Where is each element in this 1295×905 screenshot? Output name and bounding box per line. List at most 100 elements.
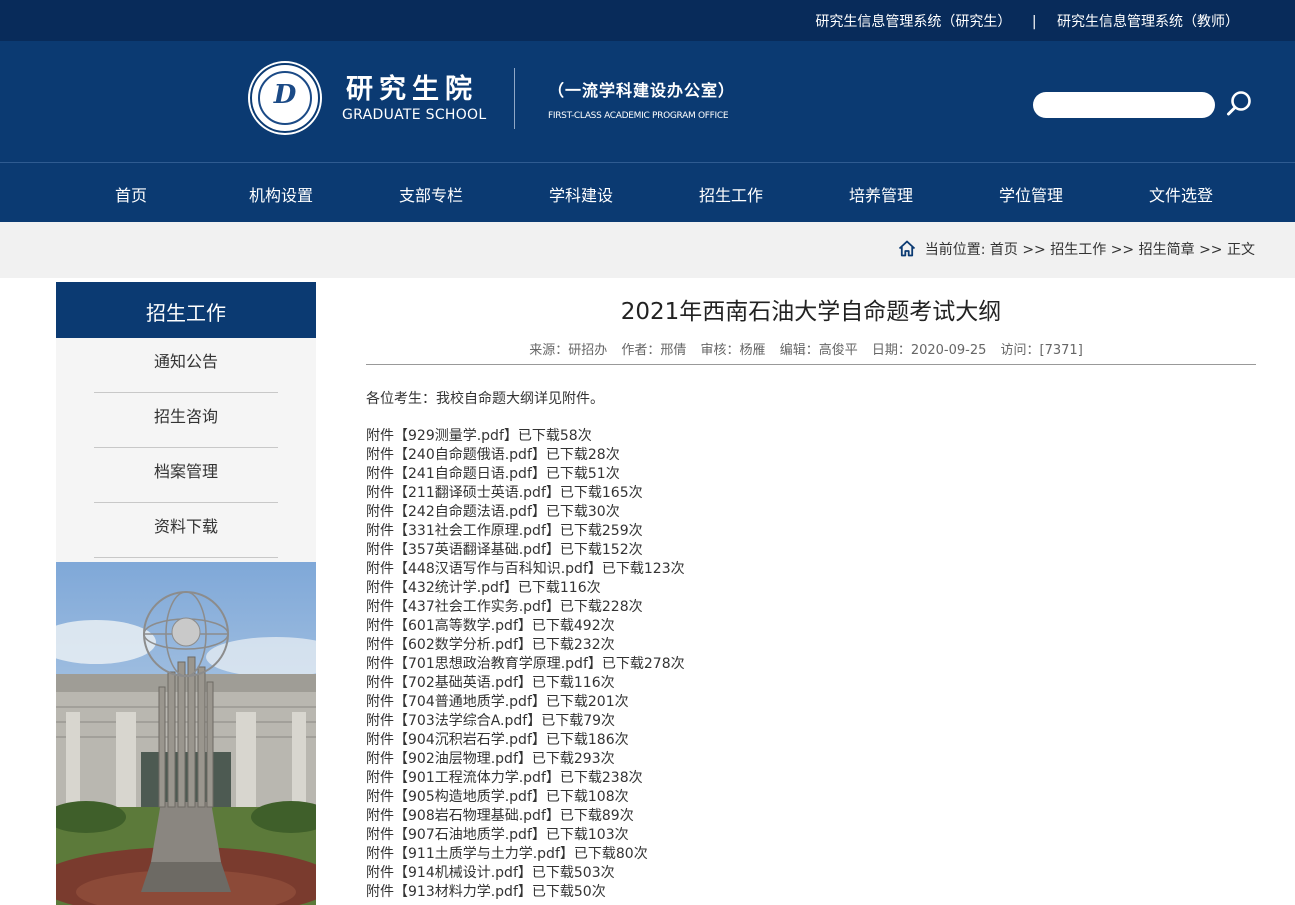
campus-sculpture-photo (56, 562, 316, 905)
download-count: 已下载28次 (545, 447, 620, 463)
download-count: 已下载50次 (531, 884, 606, 900)
attachment-item: 附件【437社会工作实务.pdf】已下载228次 (366, 598, 685, 617)
attachment-item: 附件【702基础英语.pdf】已下载116次 (366, 674, 685, 693)
download-count: 已下载89次 (559, 808, 634, 824)
attachment-link[interactable]: 附件【702基础英语.pdf】 (366, 675, 532, 691)
office-title-cn: （一流学科建设办公室） (548, 81, 736, 100)
nav-item-organization[interactable]: 机构设置 (249, 182, 313, 206)
nav-item-admissions[interactable]: 招生工作 (699, 182, 763, 206)
download-count: 已下载165次 (559, 485, 643, 501)
breadcrumb-brochure[interactable]: 招生简章 (1139, 242, 1195, 258)
sidebar-item-consult[interactable]: 招生咨询 (94, 393, 278, 448)
attachment-link[interactable]: 附件【448汉语写作与百科知识.pdf】 (366, 561, 602, 577)
breadcrumb-home[interactable]: 首页 (990, 242, 1018, 258)
attachment-link[interactable]: 附件【241自命题日语.pdf】 (366, 466, 546, 482)
nav-item-discipline[interactable]: 学科建设 (549, 182, 613, 206)
attachment-link[interactable]: 附件【432统计学.pdf】 (366, 580, 518, 596)
attachment-item: 附件【901工程流体力学.pdf】已下载238次 (366, 769, 685, 788)
download-count: 已下载58次 (517, 428, 592, 444)
attachment-link[interactable]: 附件【911土质学与土力学.pdf】 (366, 846, 574, 862)
brand-title-en: GRADUATE SCHOOL (342, 107, 487, 123)
attachment-item: 附件【929测量学.pdf】已下载58次 (366, 427, 685, 446)
meta-visits: 访问：[7371] (1000, 343, 1083, 358)
attachment-link[interactable]: 附件【357英语翻译基础.pdf】 (366, 542, 560, 558)
attachment-link[interactable]: 附件【437社会工作实务.pdf】 (366, 599, 560, 615)
attachment-link[interactable]: 附件【701思想政治教育学原理.pdf】 (366, 656, 602, 672)
meta-reviewer: 审核：杨雁 (700, 343, 766, 358)
meta-author: 作者：邢倩 (621, 343, 687, 358)
attachment-item: 附件【448汉语写作与百科知识.pdf】已下载123次 (366, 560, 685, 579)
sidebar-item-notices[interactable]: 通知公告 (94, 338, 278, 393)
attachment-link[interactable]: 附件【914机械设计.pdf】 (366, 865, 532, 881)
attachment-item: 附件【242自命题法语.pdf】已下载30次 (366, 503, 685, 522)
university-logo[interactable]: D (250, 63, 320, 133)
breadcrumb-current[interactable]: 正文 (1227, 242, 1255, 258)
link-separator: | (1031, 14, 1037, 30)
student-system-link[interactable]: 研究生信息管理系统（研究生） (815, 14, 1011, 30)
download-count: 已下载30次 (545, 504, 620, 520)
nav-item-documents[interactable]: 文件选登 (1149, 182, 1213, 206)
attachment-item: 附件【432统计学.pdf】已下载116次 (366, 579, 685, 598)
logo-glyph: D (273, 80, 297, 110)
attachment-item: 附件【905构造地质学.pdf】已下载108次 (366, 788, 685, 807)
attachment-link[interactable]: 附件【913材料力学.pdf】 (366, 884, 532, 900)
brand-divider (514, 68, 515, 129)
attachment-item: 附件【703法学综合A.pdf】已下载79次 (366, 712, 685, 731)
attachment-link[interactable]: 附件【704普通地质学.pdf】 (366, 694, 546, 710)
attachment-link[interactable]: 附件【602数学分析.pdf】 (366, 637, 532, 653)
download-count: 已下载186次 (545, 732, 629, 748)
attachment-link[interactable]: 附件【901工程流体力学.pdf】 (366, 770, 560, 786)
article-divider (366, 364, 1256, 365)
nav-item-degree[interactable]: 学位管理 (999, 182, 1063, 206)
attachment-item: 附件【241自命题日语.pdf】已下载51次 (366, 465, 685, 484)
nav-item-party-branch[interactable]: 支部专栏 (399, 182, 463, 206)
download-count: 已下载123次 (601, 561, 685, 577)
home-icon (898, 240, 916, 261)
main-nav: 首页 机构设置 支部专栏 学科建设 招生工作 培养管理 学位管理 文件选登 (0, 162, 1295, 222)
download-count: 已下载51次 (545, 466, 620, 482)
attachment-item: 附件【904沉积岩石学.pdf】已下载186次 (366, 731, 685, 750)
sidebar-item-downloads[interactable]: 资料下载 (94, 503, 278, 558)
sidebar-item-records[interactable]: 档案管理 (94, 448, 278, 503)
top-bar: 研究生信息管理系统（研究生） | 研究生信息管理系统（教师） (0, 0, 1295, 41)
attachment-item: 附件【211翻译硕士英语.pdf】已下载165次 (366, 484, 685, 503)
nav-item-home[interactable]: 首页 (115, 182, 147, 206)
attachment-link[interactable]: 附件【908岩石物理基础.pdf】 (366, 808, 560, 824)
attachment-link[interactable]: 附件【240自命题俄语.pdf】 (366, 447, 546, 463)
download-count: 已下载80次 (573, 846, 648, 862)
attachment-link[interactable]: 附件【703法学综合A.pdf】 (366, 713, 541, 729)
attachment-link[interactable]: 附件【929测量学.pdf】 (366, 428, 518, 444)
breadcrumb: 当前位置: 首页 >> 招生工作 >> 招生简章 >> 正文 (898, 239, 1255, 261)
search-input[interactable] (1033, 92, 1215, 118)
attachment-link[interactable]: 附件【907石油地质学.pdf】 (366, 827, 546, 843)
attachment-item: 附件【240自命题俄语.pdf】已下载28次 (366, 446, 685, 465)
download-count: 已下载116次 (517, 580, 601, 596)
attachment-link[interactable]: 附件【904沉积岩石学.pdf】 (366, 732, 546, 748)
attachment-item: 附件【704普通地质学.pdf】已下载201次 (366, 693, 685, 712)
download-count: 已下载293次 (531, 751, 615, 767)
attachment-item: 附件【907石油地质学.pdf】已下载103次 (366, 826, 685, 845)
attachment-link[interactable]: 附件【601高等数学.pdf】 (366, 618, 532, 634)
download-count: 已下载503次 (531, 865, 615, 881)
attachment-link[interactable]: 附件【242自命题法语.pdf】 (366, 504, 546, 520)
attachment-link[interactable]: 附件【905构造地质学.pdf】 (366, 789, 546, 805)
breadcrumb-band: 当前位置: 首页 >> 招生工作 >> 招生简章 >> 正文 (0, 222, 1295, 278)
download-count: 已下载201次 (545, 694, 629, 710)
teacher-system-link[interactable]: 研究生信息管理系统（教师） (1057, 14, 1239, 30)
site-header: D 研究生院 GRADUATE SCHOOL （一流学科建设办公室） FIRST… (0, 41, 1295, 162)
attachment-item: 附件【357英语翻译基础.pdf】已下载152次 (366, 541, 685, 560)
download-count: 已下载103次 (545, 827, 629, 843)
attachment-link[interactable]: 附件【902油层物理.pdf】 (366, 751, 532, 767)
download-count: 已下载238次 (559, 770, 643, 786)
system-links: 研究生信息管理系统（研究生） | 研究生信息管理系统（教师） (815, 11, 1239, 31)
sidebar-menu: 通知公告 招生咨询 档案管理 资料下载 (56, 338, 316, 562)
office-title-en: FIRST-CLASS ACADEMIC PROGRAM OFFICE (548, 111, 729, 121)
sidebar-title: 招生工作 (56, 282, 316, 338)
attachment-link[interactable]: 附件【211翻译硕士英语.pdf】 (366, 485, 560, 501)
breadcrumb-admissions[interactable]: 招生工作 (1050, 242, 1106, 258)
download-count: 已下载228次 (559, 599, 643, 615)
attachment-link[interactable]: 附件【331社会工作原理.pdf】 (366, 523, 560, 539)
attachment-item: 附件【701思想政治教育学原理.pdf】已下载278次 (366, 655, 685, 674)
search-icon[interactable] (1225, 89, 1255, 119)
nav-item-training[interactable]: 培养管理 (849, 182, 913, 206)
